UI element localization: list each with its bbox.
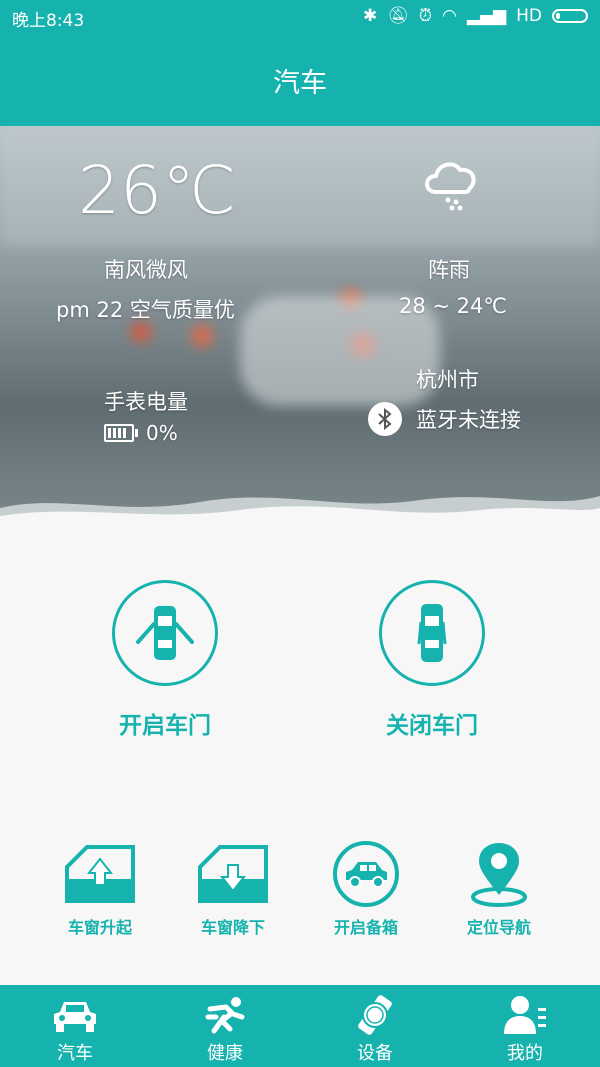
temperature: 26℃ (78, 152, 237, 229)
nav-label-device: 设备 (357, 1043, 393, 1064)
signal-icon: ▂▄▆ (466, 6, 507, 26)
open-door-ring (112, 580, 218, 686)
title-bar: 汽车 (0, 34, 600, 126)
nav-label-health: 健康 (207, 1043, 243, 1064)
watch-battery-value: 0% (146, 421, 178, 445)
car-icon (54, 1002, 96, 1032)
nav-tab-health[interactable]: 健康 (150, 985, 300, 1067)
nav-tab-device[interactable]: 设备 (300, 985, 450, 1067)
watch-icon (358, 995, 392, 1035)
open-trunk-label: 开启备箱 (333, 918, 398, 937)
close-door-button[interactable]: 关闭车门 (379, 580, 485, 740)
location-pin-icon (471, 843, 527, 907)
trunk-car-icon (333, 841, 399, 907)
status-bar: 晚上8:43 ✱ 🔕︎ ⏰︎ ◠ ▂▄▆ HD (0, 0, 600, 34)
open-trunk-button[interactable]: 开启备箱 (311, 841, 421, 938)
bluetooth-icon: ✱ (362, 6, 378, 26)
window-up-label: 车窗升起 (67, 918, 132, 937)
network-type: HD (516, 6, 542, 26)
watch-battery: 0% (104, 421, 178, 445)
bluetooth-icon (368, 402, 402, 436)
window-down-label: 车窗降下 (200, 918, 265, 937)
air-quality-text: pm 22 空气质量优 (56, 298, 235, 322)
nav-label-car: 汽车 (57, 1043, 93, 1064)
nav-tab-car[interactable]: 汽车 (0, 985, 150, 1067)
window-down-icon (198, 845, 268, 903)
runner-icon (205, 997, 245, 1034)
window-down-button[interactable]: 车窗降下 (178, 842, 288, 938)
open-door-button[interactable]: 开启车门 (112, 580, 218, 740)
close-door-ring (379, 580, 485, 686)
profile-icon (504, 996, 546, 1034)
car-door-closed-icon (417, 604, 447, 662)
bluetooth-status[interactable]: 蓝牙未连接 (368, 402, 521, 436)
open-door-label: 开启车门 (119, 713, 211, 739)
battery-level-icon (104, 424, 138, 442)
battery-icon (552, 9, 588, 23)
temperature-range: 28 ~ 24℃ (399, 294, 507, 318)
navigation-button[interactable]: 定位导航 (444, 842, 554, 938)
navigation-label: 定位导航 (466, 918, 531, 937)
page-title: 汽车 (273, 67, 327, 99)
city-name: 杭州市 (416, 368, 479, 392)
mute-icon: 🔕︎ (387, 6, 409, 26)
nav-label-me: 我的 (507, 1043, 543, 1064)
car-door-open-icon (136, 606, 194, 660)
nav-tab-me[interactable]: 我的 (450, 985, 600, 1067)
status-time: 晚上8:43 (12, 11, 85, 31)
bluetooth-status-text: 蓝牙未连接 (416, 408, 521, 432)
wifi-icon: ◠ (442, 6, 457, 26)
bottom-nav: 汽车 健康 设备 我的 (0, 985, 600, 1067)
status-icons: ✱ 🔕︎ ⏰︎ ◠ ▂▄▆ HD (363, 6, 588, 26)
watch-battery-label: 手表电量 (104, 390, 188, 414)
window-up-button[interactable]: 车窗升起 (45, 842, 155, 938)
close-door-label: 关闭车门 (386, 713, 478, 739)
alarm-icon: ⏰︎ (418, 6, 433, 26)
wave-divider (0, 496, 600, 526)
window-up-icon (65, 845, 135, 903)
rain-cloud-icon (420, 154, 482, 216)
wind-text: 南风微风 (104, 258, 188, 282)
weather-condition: 阵雨 (428, 258, 470, 282)
weather-panel: 26℃ 南风微风 pm 22 空气质量优 手表电量 0% 阵雨 28 ~ 24℃… (0, 126, 600, 526)
